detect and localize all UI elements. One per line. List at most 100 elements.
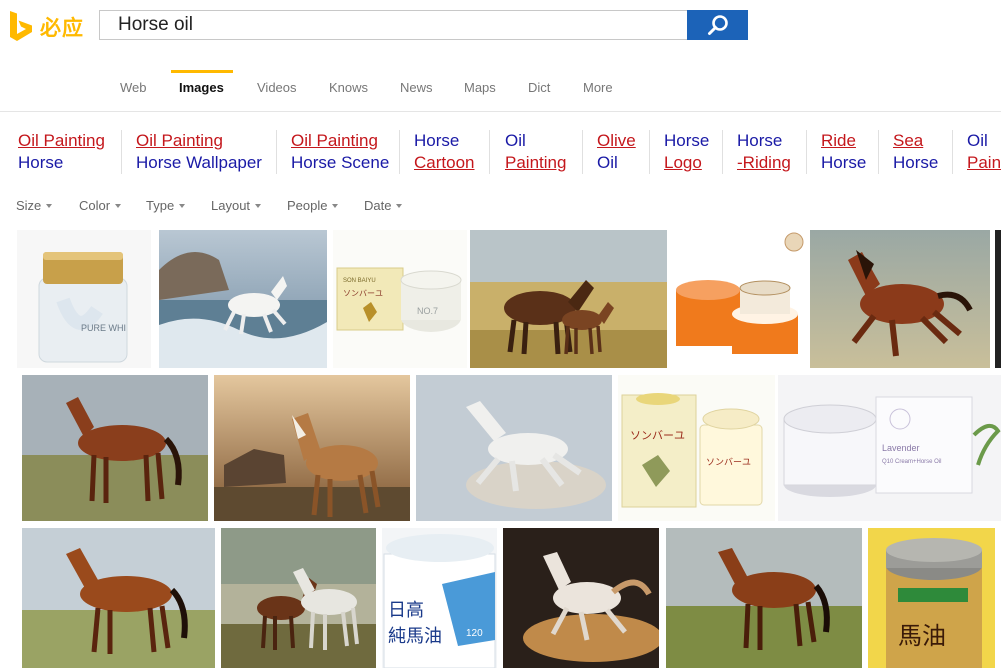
related-item[interactable]: Oil Painting Horse Wallpaper (136, 128, 262, 176)
image-result-white-horse-gallop[interactable] (416, 375, 612, 521)
image-result-hidaka-oil[interactable]: 日高 純馬油 120 (382, 528, 497, 668)
image-result-orange-jar[interactable] (670, 230, 806, 368)
related-item-line1: Oil Painting (136, 131, 223, 150)
white-horse-gallop-image (416, 375, 612, 521)
related-item[interactable]: Ride Horse (821, 128, 866, 176)
related-item-line1: Ride (821, 131, 856, 150)
related-item-line1: Oil Painting (291, 131, 378, 150)
image-result-two-horses[interactable] (221, 528, 376, 668)
image-result-uma-oil-jar[interactable]: 馬油 (868, 528, 995, 668)
box-brand-text: SON BAIYU (343, 278, 376, 284)
related-item[interactable]: Olive Oil (597, 128, 636, 176)
jar-label-text: PURE WHI (81, 323, 126, 333)
related-item-line2: Cartoon (414, 153, 475, 172)
divider (649, 130, 650, 174)
related-item-line2: Horse (18, 153, 64, 172)
related-item[interactable]: Horse -Riding (737, 128, 791, 176)
related-item-line1: Oil (505, 131, 526, 150)
caret-down-icon (115, 203, 122, 208)
image-result-bay-horse[interactable] (22, 375, 208, 521)
filter-label: Size (16, 198, 42, 213)
search-box[interactable] (99, 10, 687, 40)
filter-people[interactable]: People (287, 198, 339, 213)
bing-b-icon (10, 11, 32, 41)
filter-bar: Size Color Type Layout People Date (0, 198, 520, 218)
image-result-running-horse[interactable] (810, 230, 990, 368)
related-item-line2: Horse Wallpaper (136, 153, 262, 172)
white-horse-dark-image (503, 528, 659, 668)
related-item-line1: Oil (967, 131, 988, 150)
sonbaiyu-jar-image: ソンバーユ ソンバーユ (618, 375, 775, 521)
filter-label: Color (79, 198, 111, 213)
divider (878, 130, 879, 174)
filter-color[interactable]: Color (79, 198, 122, 213)
divider (722, 130, 723, 174)
related-item-line1: Olive (597, 131, 636, 150)
box-name-text: ソンバーユ (343, 289, 383, 298)
related-item-line1: Sea (893, 131, 924, 150)
divider (276, 130, 277, 174)
two-horses-image (221, 528, 376, 668)
related-item[interactable]: Oil Painting (505, 128, 566, 176)
related-item-line1: Oil Painting (18, 131, 105, 150)
brand-name: 必应 (40, 16, 84, 40)
image-result-palomino-sunset[interactable] (214, 375, 410, 521)
cream-jar-image: PURE WHI (17, 230, 151, 368)
related-item-line2: Painting (505, 153, 567, 172)
caret-down-icon (332, 203, 339, 208)
image-result-sonbaiyu-box[interactable]: SON BAIYU ソンバーユ NO.7 (333, 230, 467, 368)
related-item-line2: Horse (821, 153, 867, 172)
image-result-partial[interactable] (995, 230, 1001, 368)
search-input[interactable] (100, 11, 687, 39)
search-icon (707, 15, 728, 35)
hidaka-oil-image: 日高 純馬油 120 (382, 528, 497, 668)
image-result-brown-horse-grass[interactable] (666, 528, 862, 668)
related-item[interactable]: Oil Painting Horse Scene (291, 128, 389, 176)
image-result-mare-foal[interactable] (470, 230, 667, 368)
tab-web[interactable]: Web (120, 80, 147, 95)
active-scope-indicator (171, 70, 233, 73)
scope-nav: Web Images Videos Knows News Maps Dict M… (0, 70, 1001, 112)
related-item[interactable]: Horse Cartoon (414, 128, 474, 176)
tab-more[interactable]: More (583, 80, 613, 95)
lavender-cream-image: Lavender Q10 Cream+Horse Oil (778, 375, 1001, 521)
divider (582, 130, 583, 174)
tab-news[interactable]: News (400, 80, 433, 95)
image-result-white-horse-dark[interactable] (503, 528, 659, 668)
image-result-sonbaiyu-jar[interactable]: ソンバーユ ソンバーユ (618, 375, 775, 521)
related-item[interactable]: Sea Horse (893, 128, 938, 176)
tab-videos[interactable]: Videos (257, 80, 297, 95)
hidaka-brand-text: 日高 (388, 600, 424, 621)
related-item-line2: Horse (893, 153, 939, 172)
related-item-line2: Logo (664, 153, 702, 172)
hidaka-product-text: 純馬油 (388, 626, 442, 647)
filter-label: People (287, 198, 328, 213)
image-result-cream-jar[interactable]: PURE WHI (17, 230, 151, 368)
filter-label: Date (364, 198, 392, 213)
filter-date[interactable]: Date (364, 198, 403, 213)
bing-logo[interactable]: 必应 (8, 10, 84, 44)
related-item[interactable]: Horse Logo (664, 128, 709, 176)
jar-no7-text: NO.7 (417, 306, 438, 316)
tab-images[interactable]: Images (179, 80, 224, 95)
caret-down-icon (396, 203, 403, 208)
image-result-bay-horse-field[interactable] (22, 528, 215, 668)
caret-down-icon (255, 203, 262, 208)
tab-knows[interactable]: Knows (329, 80, 368, 95)
divider (121, 130, 122, 174)
filter-size[interactable]: Size (16, 198, 53, 213)
related-item-line2: Horse Scene (291, 153, 390, 172)
image-result-lavender-cream[interactable]: Lavender Q10 Cream+Horse Oil (778, 375, 1001, 521)
image-result-white-horse-sea[interactable] (159, 230, 327, 368)
search-button[interactable] (687, 10, 748, 40)
related-item[interactable]: Oil Painting Horse (18, 128, 105, 176)
tab-dict[interactable]: Dict (528, 80, 550, 95)
caret-down-icon (179, 203, 186, 208)
tab-maps[interactable]: Maps (464, 80, 496, 95)
box-title-text: Lavender (882, 443, 920, 453)
filter-layout[interactable]: Layout (211, 198, 262, 213)
mare-foal-image (470, 230, 667, 368)
filter-type[interactable]: Type (146, 198, 186, 213)
caret-down-icon (46, 203, 53, 208)
related-item[interactable]: Oil Painting (967, 128, 1001, 176)
